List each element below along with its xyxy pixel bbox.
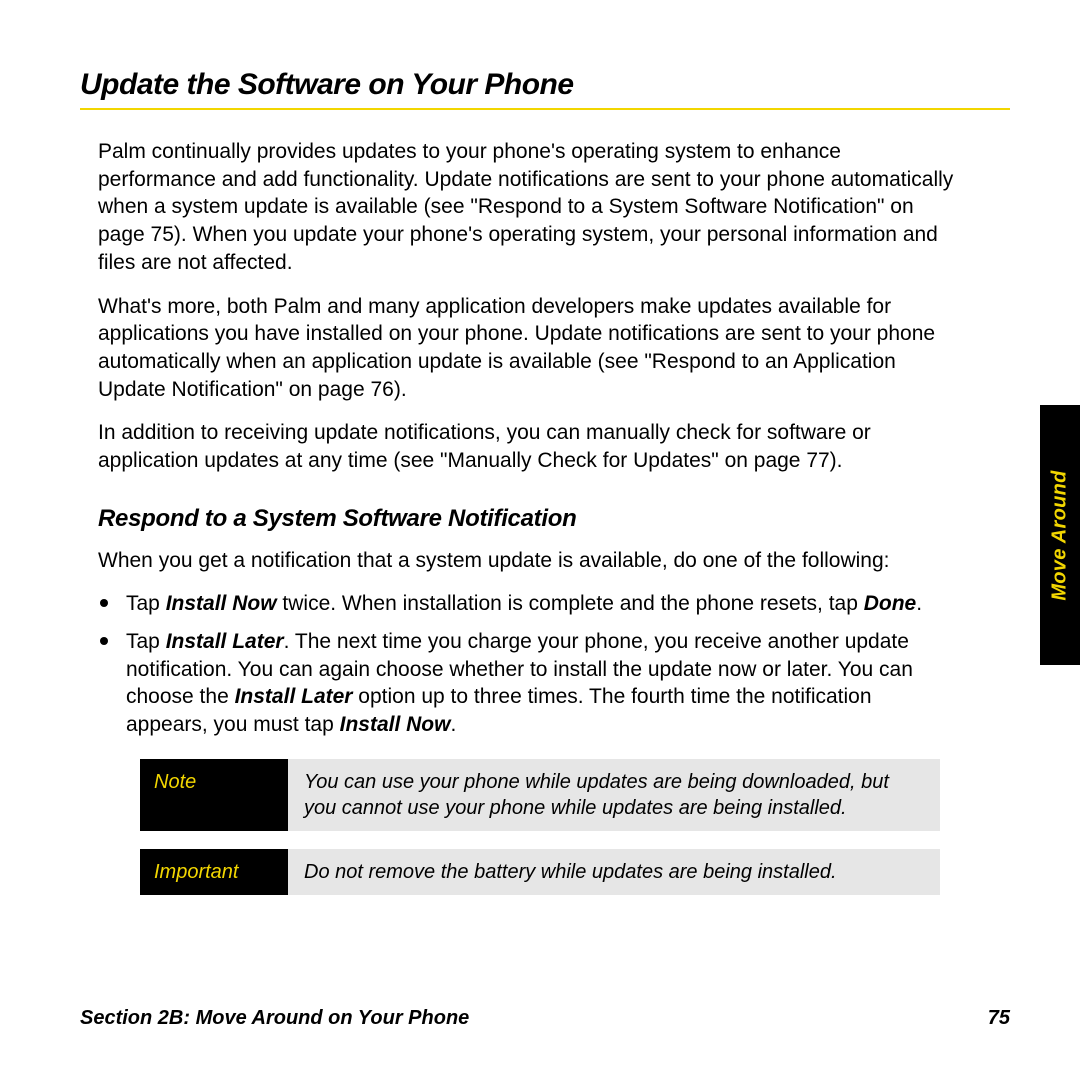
footer-page-number: 75	[988, 1007, 1010, 1030]
page-title: Update the Software on Your Phone	[80, 68, 1010, 102]
ui-term: Done	[864, 592, 917, 615]
important-label: Important	[140, 849, 288, 895]
important-text: Do not remove the battery while updates …	[288, 849, 940, 895]
bullet-text: twice. When installation is complete and…	[277, 592, 864, 615]
intro-paragraph-2: What's more, both Palm and many applicat…	[98, 293, 958, 404]
note-callout: Note You can use your phone while update…	[140, 759, 940, 831]
ui-term: Install Now	[340, 713, 451, 736]
ui-term: Install Later	[166, 630, 284, 653]
important-callout: Important Do not remove the battery whil…	[140, 849, 940, 895]
bullet-text: Tap	[126, 592, 166, 615]
bullet-text: .	[916, 592, 922, 615]
list-item: Tap Install Later. The next time you cha…	[122, 628, 958, 739]
note-text: You can use your phone while updates are…	[288, 759, 940, 831]
note-label: Note	[140, 759, 288, 831]
ui-term: Install Now	[166, 592, 277, 615]
list-item: Tap Install Now twice. When installation…	[122, 590, 958, 618]
bullet-text: Tap	[126, 630, 166, 653]
bullet-text: .	[450, 713, 456, 736]
side-tab-label: Move Around	[1049, 470, 1072, 600]
body-text: Palm continually provides updates to you…	[80, 138, 958, 895]
ui-term: Install Later	[235, 685, 353, 708]
page-footer: Section 2B: Move Around on Your Phone 75	[80, 1007, 1010, 1030]
subheading: Respond to a System Software Notificatio…	[98, 503, 958, 535]
page-content: Update the Software on Your Phone Palm c…	[80, 68, 1010, 913]
side-tab: Move Around	[1040, 405, 1080, 665]
bullet-list: Tap Install Now twice. When installation…	[98, 590, 958, 739]
footer-section: Section 2B: Move Around on Your Phone	[80, 1007, 469, 1030]
subhead-intro: When you get a notification that a syste…	[98, 547, 958, 575]
intro-paragraph-3: In addition to receiving update notifica…	[98, 419, 958, 474]
title-rule	[80, 108, 1010, 110]
intro-paragraph-1: Palm continually provides updates to you…	[98, 138, 958, 277]
